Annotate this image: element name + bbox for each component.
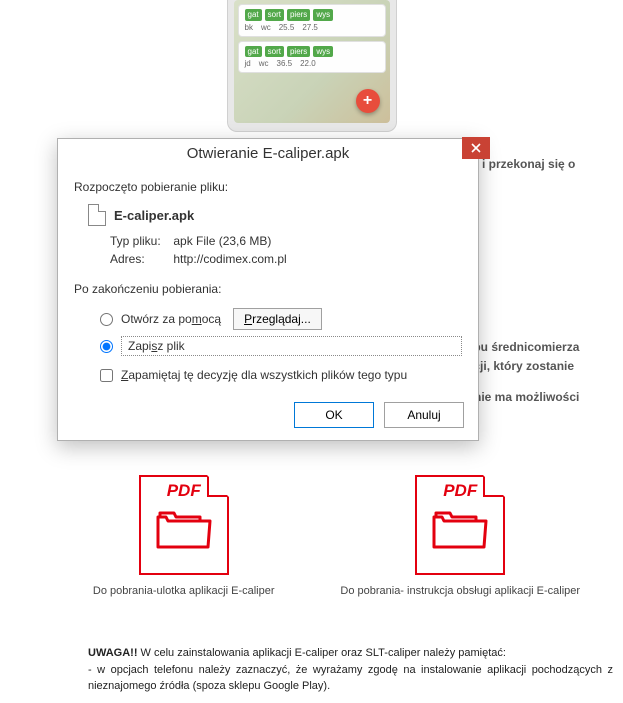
radio-save-file-label: Zapisz plik [121,336,462,356]
close-icon [471,143,481,153]
card-value: wc [261,23,271,32]
file-icon [88,204,106,226]
tag: piers [287,46,310,58]
tag: piers [287,9,310,21]
pdf-icon: PDF [139,475,229,575]
tag: gat [245,9,262,21]
pdf-icon: PDF [415,475,505,575]
tag: sort [265,46,284,58]
card-value: 22.0 [300,59,316,68]
card-value: 27.5 [302,23,318,32]
background-text: zupu średnicomierza [460,338,613,357]
pdf-caption: Do pobrania- instrukcja obsługi aplikacj… [340,585,580,597]
card-value: bk [245,23,253,32]
pdf-caption: Do pobrania-ulotka aplikacji E-caliper [93,585,275,597]
file-address-row: Adres: http://codimex.com.pl [110,252,462,266]
list-item: gat sort piers wys bk wc 25.5 27.5 [238,4,386,37]
dialog-button-row: OK Anuluj [58,386,478,440]
file-name: E-caliper.apk [114,208,194,223]
remember-checkbox[interactable] [100,369,113,382]
file-type-value: apk File (23,6 MB) [173,234,271,248]
pdf-manual[interactable]: PDF Do pobrania- instrukcja obsługi apli… [340,475,580,597]
phone-mockup: gat sort piers wys bk wc 25.5 27.5 gat s… [227,0,397,132]
radio-save-file[interactable] [100,340,113,353]
file-address-value: http://codimex.com.pl [173,252,286,266]
card-value: 36.5 [277,59,293,68]
remember-label: Zapamiętaj tę decyzję dla wszystkich pli… [121,368,407,382]
background-text: a. [460,402,613,421]
tag: sort [265,9,284,21]
tag: wys [313,9,333,21]
file-type-row: Typ pliku: apk File (23,6 MB) [110,234,462,248]
folder-icon [432,507,488,549]
browse-button[interactable]: Przeglądaj... [233,308,322,330]
dialog-section-label: Po zakończeniu pobierania: [74,282,462,296]
pdf-leaflet[interactable]: PDF Do pobrania-ulotka aplikacji E-calip… [93,475,275,597]
warning-line: W celu zainstalowania aplikacji E-calipe… [138,647,506,659]
folder-icon [156,507,212,549]
background-text: cacji, który zostanie [460,357,613,376]
tag: gat [245,46,262,58]
warning-strong: UWAGA!! [88,647,138,659]
card-value: wc [259,59,269,68]
pdf-downloads: PDF Do pobrania-ulotka aplikacji E-calip… [60,475,613,597]
action-radio-group: Otwórz za pomocą Przeglądaj... Zapisz pl… [100,308,462,356]
tag: wys [313,46,333,58]
card-value: jd [245,59,251,68]
radio-open-with-label: Otwórz za pomocą [121,312,221,326]
dialog-title: Otwieranie E-caliper.apk [187,145,350,162]
dialog-titlebar: Otwieranie E-caliper.apk [58,139,478,170]
file-type-label: Typ pliku: [110,234,170,248]
ok-button[interactable]: OK [294,402,374,428]
cancel-button[interactable]: Anuluj [384,402,464,428]
card-value: 25.5 [279,23,295,32]
phone-screen: gat sort piers wys bk wc 25.5 27.5 gat s… [234,0,390,123]
download-dialog: Otwieranie E-caliper.apk Rozpoczęto pobi… [57,138,479,441]
list-item: gat sort piers wys jd wc 36.5 22.0 [238,41,386,74]
radio-open-with[interactable] [100,313,113,326]
file-address-label: Adres: [110,252,170,266]
add-fab-button[interactable]: + [356,89,380,113]
dialog-body: Rozpoczęto pobieranie pliku: E-caliper.a… [58,170,478,386]
dialog-section-label: Rozpoczęto pobieranie pliku: [74,180,462,194]
warning-line: - w opcjach telefonu należy zaznaczyć, ż… [88,664,613,693]
warning-text: UWAGA!! W celu zainstalowania aplikacji … [88,645,613,695]
close-button[interactable] [462,137,490,159]
